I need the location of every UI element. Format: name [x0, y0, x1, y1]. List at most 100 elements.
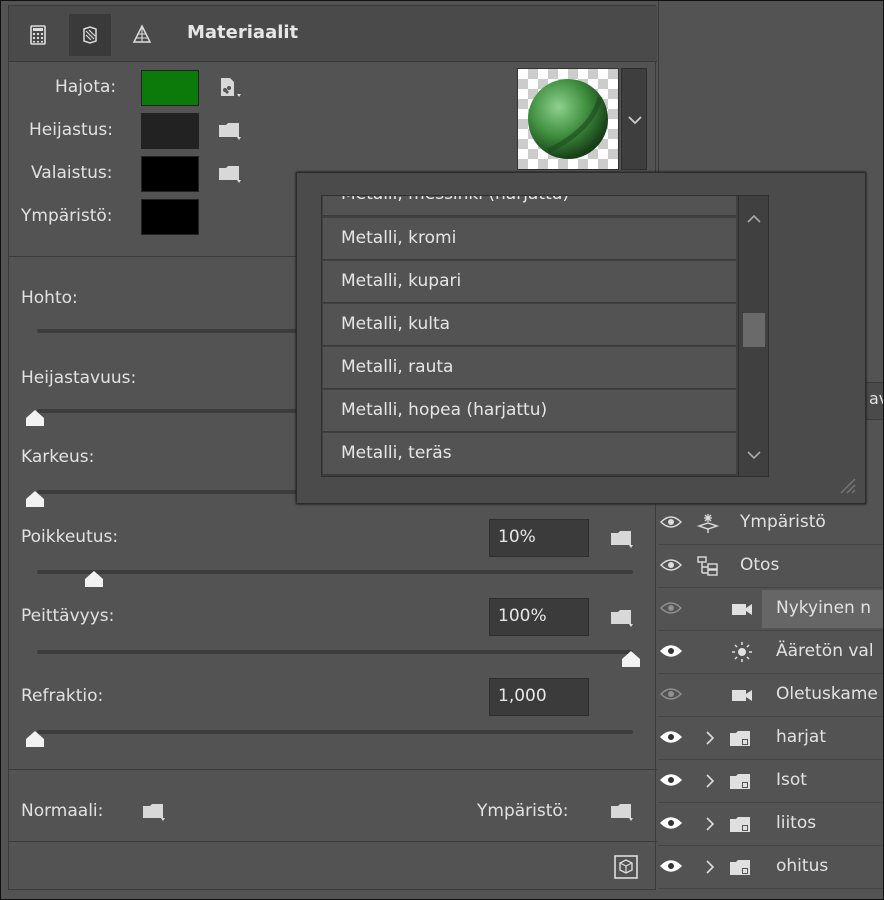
- eye-icon[interactable]: [660, 815, 682, 831]
- list-item[interactable]: Metalli, hopea (harjattu): [323, 390, 736, 432]
- list-item[interactable]: Metalli, rauta: [323, 347, 736, 389]
- material-preset-list: Metalli, messinki (harjattu) Metalli, kr…: [321, 195, 739, 477]
- layer-row-infinite-light[interactable]: Ääretön val: [658, 631, 884, 674]
- illumination-texture-button[interactable]: [217, 162, 243, 184]
- list-item[interactable]: Metalli, kupari: [323, 261, 736, 303]
- list-item[interactable]: Metalli, messinki (harjattu): [323, 196, 736, 216]
- partial-toolbar-field[interactable]: av: [864, 382, 884, 420]
- tab-calculator[interactable]: [17, 14, 59, 56]
- layer-row-group-ohitus[interactable]: ohitus: [658, 846, 884, 889]
- bump-value-input[interactable]: 10%: [489, 519, 589, 557]
- folder-icon: [611, 610, 633, 627]
- slider-thumb-icon: [85, 571, 103, 587]
- layer-label: Oletuskame: [776, 684, 878, 704]
- list-item[interactable]: Metalli, kulta: [323, 304, 736, 346]
- material-picker-dropdown[interactable]: [621, 68, 647, 170]
- sun-light-icon: [732, 642, 752, 662]
- shine-slider[interactable]: [37, 329, 337, 333]
- bump-texture-button[interactable]: [609, 527, 635, 549]
- group-folder-icon: [730, 817, 750, 832]
- layers-panel-header: [658, 0, 884, 172]
- layer-row-scene[interactable]: Otos: [658, 545, 884, 588]
- illumination-label: Valaistus:: [31, 163, 113, 183]
- chevron-right-icon[interactable]: [704, 729, 716, 747]
- eye-icon[interactable]: [660, 514, 682, 530]
- resize-grip-icon[interactable]: [837, 475, 857, 495]
- eye-icon[interactable]: [660, 600, 682, 616]
- slider-thumb-icon: [26, 410, 44, 426]
- partial-toolbar-label: av: [869, 389, 884, 408]
- folder-icon: [611, 531, 633, 548]
- specular-color-swatch[interactable]: [141, 113, 199, 149]
- material-sphere-icon: [528, 79, 608, 159]
- tab-material[interactable]: [69, 14, 111, 56]
- diffuse-color-swatch[interactable]: [141, 70, 199, 106]
- mesh-icon: [132, 24, 152, 43]
- refraction-slider[interactable]: [37, 730, 633, 734]
- chevron-right-icon[interactable]: [704, 815, 716, 833]
- scrollbar-thumb[interactable]: [743, 313, 765, 347]
- refraction-slider-thumb[interactable]: [24, 730, 46, 748]
- bump-slider-thumb[interactable]: [83, 570, 105, 588]
- refraction-label: Refraktio:: [21, 686, 104, 706]
- layer-label: Isot: [776, 770, 807, 790]
- material-preview[interactable]: [517, 68, 619, 170]
- list-item[interactable]: Metalli, kromi: [323, 218, 736, 260]
- layer-row-group-harjat[interactable]: harjat: [658, 717, 884, 760]
- roughness-label: Karkeus:: [21, 447, 95, 467]
- bump-slider[interactable]: [37, 570, 633, 574]
- folder-icon: [143, 804, 165, 821]
- eye-icon[interactable]: [660, 643, 682, 659]
- reflectivity-label: Heijastavuus:: [21, 368, 137, 388]
- slider-thumb-icon: [26, 491, 44, 507]
- normal-label: Normaali:: [21, 801, 104, 821]
- folder-icon: [611, 804, 633, 821]
- environment-texture-button[interactable]: [609, 800, 635, 822]
- tab-mesh[interactable]: [121, 14, 163, 56]
- section-divider: [9, 769, 657, 770]
- section-divider: [9, 841, 657, 842]
- reflectivity-slider[interactable]: [37, 409, 337, 413]
- chevron-up-icon[interactable]: [739, 204, 769, 234]
- illumination-color-swatch[interactable]: [141, 156, 199, 192]
- opacity-value-input[interactable]: 100%: [489, 598, 589, 636]
- slider-thumb-icon: [26, 731, 44, 747]
- refraction-value-input[interactable]: 1,000: [489, 678, 589, 716]
- layer-row-group-liitos[interactable]: liitos: [658, 803, 884, 846]
- environment-label: Ympäristö:: [21, 206, 113, 226]
- diffuse-texture-button[interactable]: [217, 76, 243, 98]
- material-preset-popup: Metalli, messinki (harjattu) Metalli, kr…: [296, 172, 866, 504]
- texture-file-icon: [221, 78, 241, 97]
- chevron-right-icon[interactable]: [704, 772, 716, 790]
- reflectivity-slider-thumb[interactable]: [24, 409, 46, 427]
- layer-label: Otos: [740, 555, 780, 575]
- eye-icon[interactable]: [660, 772, 682, 788]
- shine-label: Hohto:: [21, 288, 78, 308]
- chevron-down-icon[interactable]: [739, 440, 769, 470]
- layer-label: Nykyinen n: [776, 598, 871, 618]
- environment-color-swatch[interactable]: [141, 199, 199, 235]
- layer-row-group-isot[interactable]: Isot: [658, 760, 884, 803]
- eye-icon[interactable]: [660, 686, 682, 702]
- eye-icon[interactable]: [660, 858, 682, 874]
- roughness-slider-thumb[interactable]: [24, 490, 46, 508]
- folder-icon: [219, 123, 241, 140]
- chevron-right-icon[interactable]: [704, 858, 716, 876]
- layer-label: Ympäristö: [740, 512, 826, 532]
- opacity-slider[interactable]: [37, 650, 633, 654]
- layer-row-environment[interactable]: Ympäristö: [658, 502, 884, 545]
- cube-export-icon: [614, 855, 638, 879]
- specular-texture-button[interactable]: [217, 119, 243, 141]
- list-item[interactable]: Metalli, teräs: [323, 433, 736, 475]
- layer-row-default-camera[interactable]: Oletuskame: [658, 674, 884, 717]
- eye-icon[interactable]: [660, 557, 682, 573]
- bump-label: Poikkeutus:: [21, 527, 119, 547]
- export-3d-button[interactable]: [613, 854, 639, 880]
- layer-label: Ääretön val: [776, 641, 874, 661]
- opacity-slider-thumb[interactable]: [620, 650, 642, 668]
- roughness-slider[interactable]: [37, 490, 337, 494]
- eye-icon[interactable]: [660, 729, 682, 745]
- opacity-texture-button[interactable]: [609, 606, 635, 628]
- layer-row-current-view[interactable]: Nykyinen n: [658, 588, 884, 631]
- normal-texture-button[interactable]: [141, 800, 167, 822]
